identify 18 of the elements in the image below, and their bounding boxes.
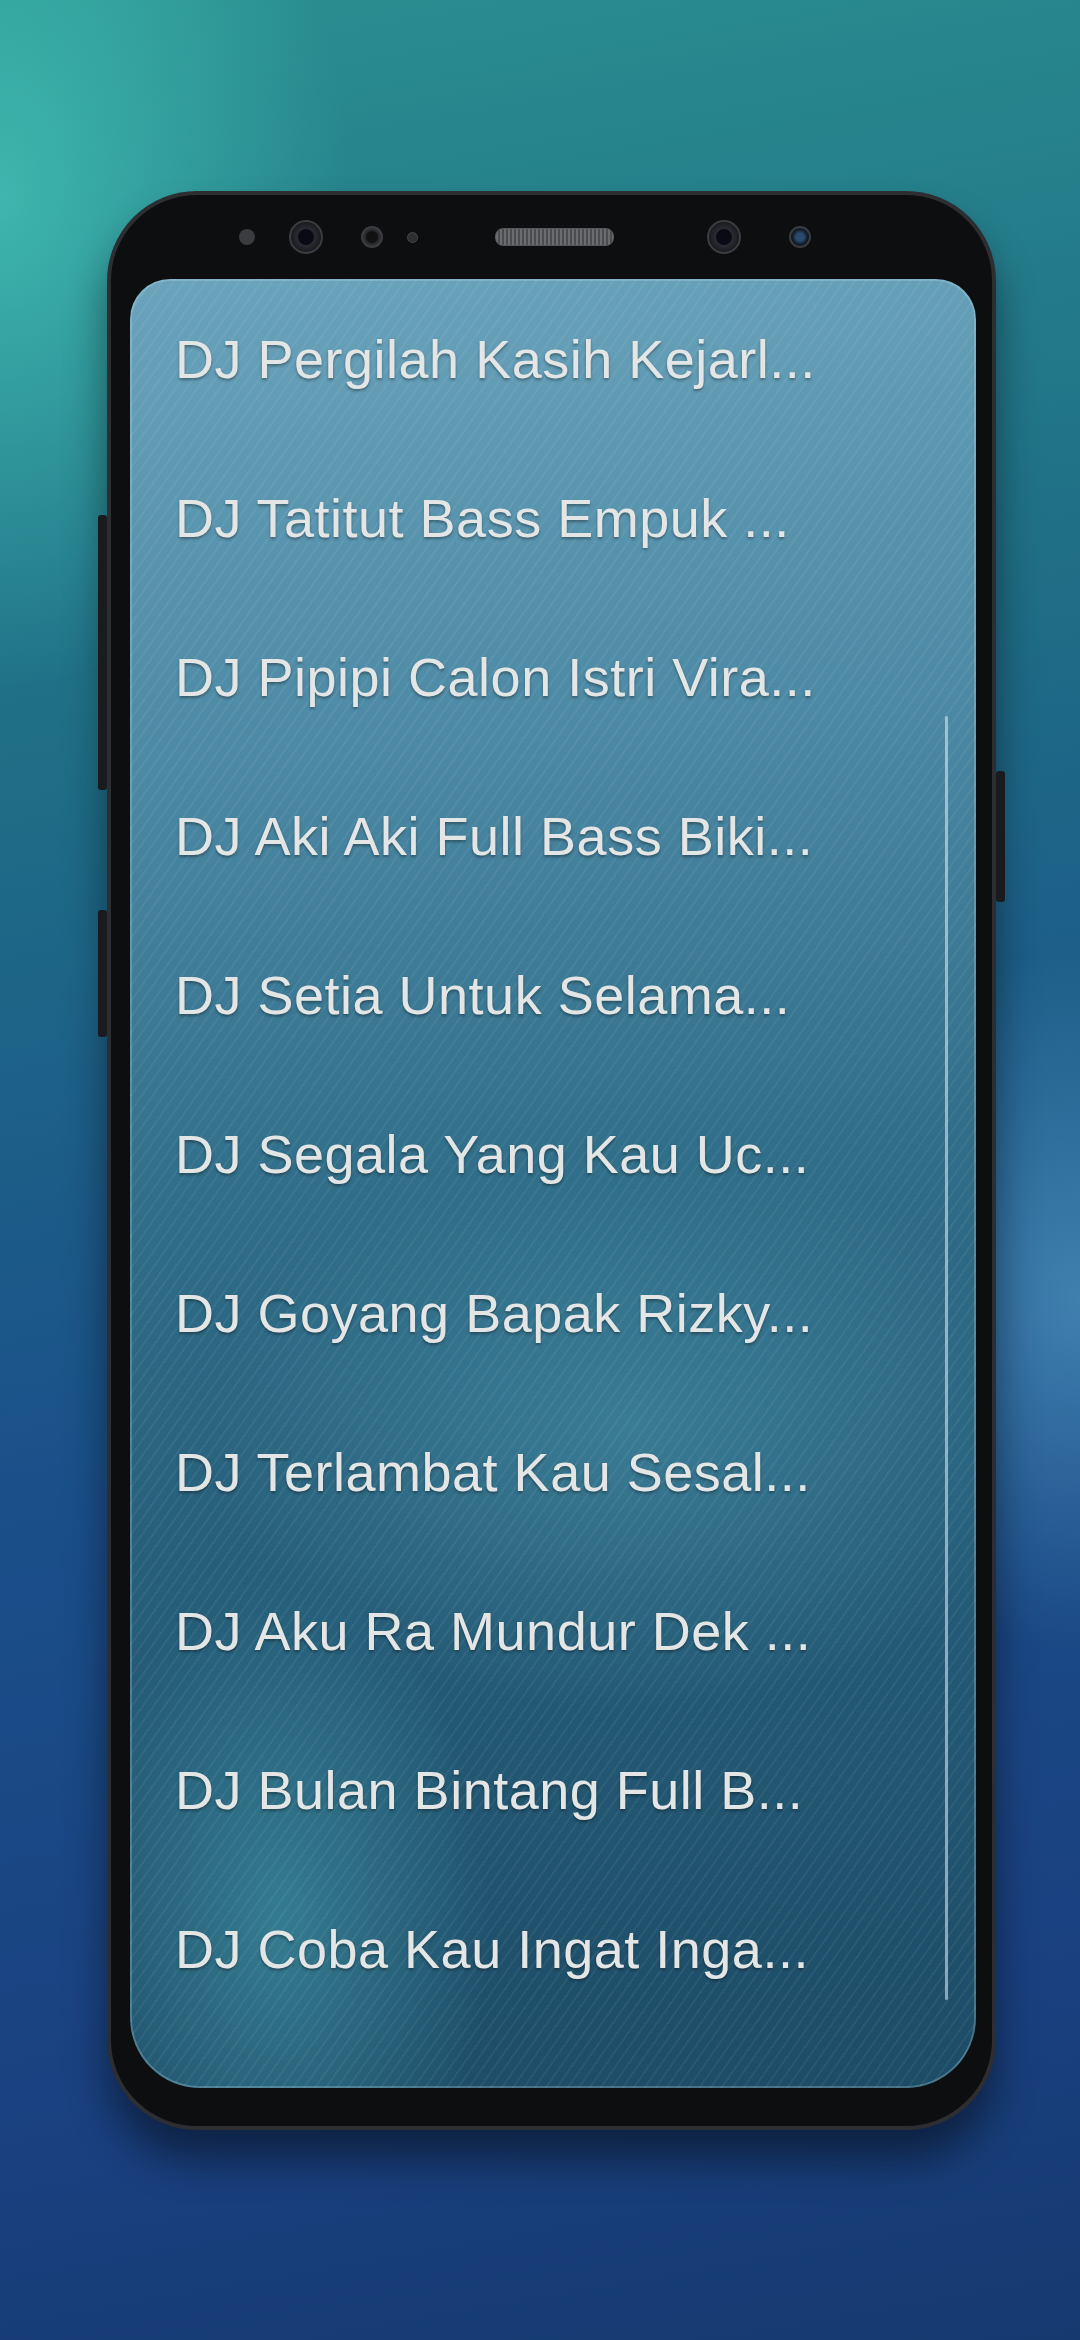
song-list-item[interactable]: DJ Bulan Bintang Full B... <box>175 1758 804 1821</box>
camera-lens-icon <box>361 226 383 248</box>
song-list-item[interactable]: DJ Coba Kau Ingat Inga... <box>175 1917 809 1980</box>
speaker-grille-icon <box>495 228 614 246</box>
song-list-item[interactable]: DJ Aki Aki Full Bass Biki... <box>175 804 814 867</box>
song-list-item[interactable]: DJ Setia Untuk Selama... <box>175 963 791 1026</box>
song-list-item[interactable]: DJ Terlambat Kau Sesal... <box>175 1440 811 1503</box>
camera-lens-icon <box>707 220 741 254</box>
sensor-icon <box>789 226 811 248</box>
sensor-dot-icon <box>407 231 418 243</box>
song-list-item[interactable]: DJ Tatitut Bass Empuk ... <box>175 486 790 549</box>
sensor-dot-icon <box>239 229 255 245</box>
song-list-item[interactable]: DJ Pipipi Calon Istri Vira... <box>175 645 816 708</box>
song-list-item[interactable]: DJ Goyang Bapak Rizky... <box>175 1281 814 1344</box>
song-list-item[interactable]: DJ Segala Yang Kau Uc... <box>175 1122 810 1185</box>
song-list-item[interactable]: DJ Aku Ra Mundur Dek ... <box>175 1599 812 1662</box>
camera-lens-icon <box>289 220 323 254</box>
song-list-item[interactable]: DJ Pergilah Kasih Kejarl... <box>175 327 816 390</box>
